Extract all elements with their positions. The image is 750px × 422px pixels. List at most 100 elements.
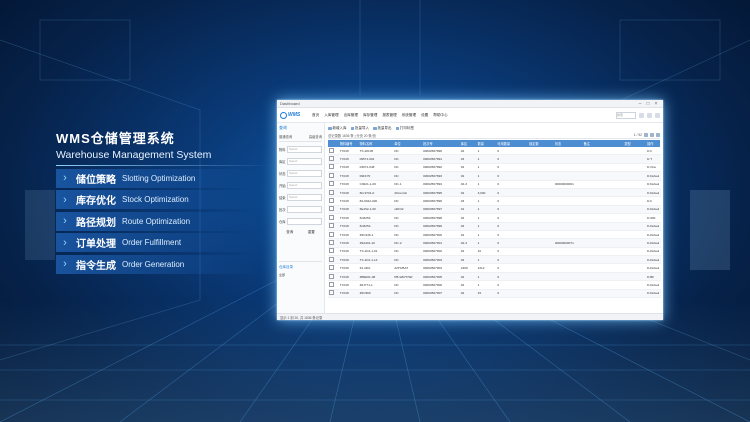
row-checkbox-cell[interactable] xyxy=(328,280,339,290)
table-row[interactable]: TXCW Z9A401-10 DC-2 00002567901 02-3 1 0 000000… xyxy=(328,238,660,248)
table-row[interactable]: TXCW 03071-048 DC 00002567892 02 1 0 D.One xyxy=(328,163,660,173)
table-row[interactable]: TXCW TX-2C2-1-14 DC 00002567903 02 1 0 D.Defaul xyxy=(328,255,660,265)
column-header[interactable]: 物料名称 xyxy=(359,140,394,147)
table-row[interactable]: TXCW 09FF70 DC 00002567893 02 1 0 D.Defaul xyxy=(328,171,660,181)
maximize-icon[interactable]: □ xyxy=(644,101,652,107)
bell-icon[interactable] xyxy=(639,112,644,118)
filter-input[interactable]: Select xyxy=(287,146,322,153)
columns-icon[interactable] xyxy=(650,132,654,137)
row-checkbox[interactable] xyxy=(329,223,334,229)
row-checkbox[interactable] xyxy=(329,172,334,178)
fullscreen-icon[interactable] xyxy=(656,132,660,137)
table-row[interactable]: TXCW Z6C960 DC 00002567907 02 15 0 D.Defaul xyxy=(328,289,660,299)
filter-input[interactable]: Select xyxy=(287,158,322,165)
toolbar-button[interactable]: 批量导入 xyxy=(350,126,369,131)
table-row[interactable]: TXCW Z9C236-1 DC 00002567900 02 1 0 D.Defaul xyxy=(328,230,660,240)
row-checkbox-cell[interactable] xyxy=(328,154,339,164)
column-header[interactable]: 锁定数 xyxy=(528,140,554,147)
row-checkbox-cell[interactable] xyxy=(328,213,339,223)
menu-item[interactable]: 出库管理 xyxy=(344,113,358,118)
row-checkbox[interactable] xyxy=(329,198,334,204)
tab-advanced-query[interactable]: 高级查询 xyxy=(309,134,322,139)
reset-button[interactable]: 重置 xyxy=(308,230,315,235)
filter-input[interactable]: Select xyxy=(287,170,322,177)
row-checkbox[interactable] xyxy=(329,256,334,262)
row-checkbox[interactable] xyxy=(329,231,334,237)
row-checkbox-cell[interactable] xyxy=(328,147,339,156)
row-checkbox[interactable] xyxy=(329,206,334,212)
menu-item[interactable]: 首页 xyxy=(312,113,319,118)
table-row[interactable]: TXCW ZB6E01-08 PB-WR/T/SR 00002567905 02 1 0 D.… xyxy=(328,272,660,282)
row-checkbox-cell[interactable] xyxy=(328,289,339,299)
menu-item[interactable]: 库存管理 xyxy=(363,113,377,118)
row-checkbox[interactable] xyxy=(329,281,334,287)
minimize-icon[interactable]: – xyxy=(636,101,644,107)
header-search-input[interactable]: 搜索 xyxy=(616,111,636,119)
column-header[interactable]: 状态 xyxy=(554,140,583,147)
row-checkbox[interactable] xyxy=(329,156,334,162)
close-icon[interactable]: × xyxy=(652,101,660,107)
row-checkbox-cell[interactable] xyxy=(328,188,339,198)
table-row[interactable]: TXCW C3021-1-06 DC-1 00002567894 02-3 1 0 00000… xyxy=(328,180,660,189)
tree-item[interactable]: 全部 xyxy=(279,273,322,277)
row-checkbox-cell[interactable] xyxy=(328,171,339,181)
filter-input[interactable] xyxy=(287,206,322,213)
row-checkbox-cell[interactable] xyxy=(328,163,339,173)
table-row[interactable]: TXCW 6C8254 DC 00002567899 02 1 0 D.Defaul xyxy=(328,222,660,231)
toolbar-button[interactable]: 新增入库 xyxy=(328,126,347,131)
table-row[interactable]: TXCW 6E152-1-00 sDF32 00002567897 01 1 0 D.Defa… xyxy=(328,205,660,215)
row-checkbox-cell[interactable] xyxy=(328,230,339,240)
app-logo[interactable]: WMS xyxy=(280,110,304,120)
menu-item[interactable]: 入库管理 xyxy=(324,113,338,118)
tab-basic-query[interactable]: 普通查询 xyxy=(279,134,292,139)
column-header[interactable]: 备注 xyxy=(583,140,624,147)
table-row[interactable]: TXCW Z6J771-1 DC 00002567906 02 1 0 D.Defaul xyxy=(328,280,660,290)
column-header[interactable]: 物料编号 xyxy=(339,140,359,147)
row-checkbox[interactable] xyxy=(329,239,334,245)
row-checkbox-cell[interactable] xyxy=(328,205,339,215)
row-checkbox[interactable] xyxy=(329,181,334,187)
toolbar-button[interactable]: 批量导出 xyxy=(373,126,392,131)
row-checkbox[interactable] xyxy=(329,290,334,296)
date-input[interactable]: Select xyxy=(287,182,322,189)
column-header[interactable]: 单位 xyxy=(393,140,422,147)
menu-item[interactable]: 报表管理 xyxy=(382,113,396,118)
row-checkbox-cell[interactable] xyxy=(328,247,339,257)
row-checkbox-cell[interactable] xyxy=(328,196,339,206)
menu-item[interactable]: 帮助中心 xyxy=(433,113,447,118)
settings-icon[interactable] xyxy=(655,112,660,118)
row-checkbox-cell[interactable] xyxy=(328,263,339,273)
menu-item[interactable]: 系统管理 xyxy=(402,113,416,118)
query-button[interactable]: 查询 xyxy=(286,230,293,235)
row-checkbox-cell[interactable] xyxy=(328,255,339,265)
row-checkbox[interactable] xyxy=(329,147,334,153)
row-checkbox-cell[interactable] xyxy=(328,272,339,282)
table-row[interactable]: TXCW 6C8254 DC 00002567898 02 1 0 D.000 xyxy=(328,213,660,223)
row-checkbox[interactable] xyxy=(329,265,334,271)
row-checkbox-cell[interactable] xyxy=(328,222,339,231)
row-checkbox[interactable] xyxy=(329,214,334,220)
user-icon[interactable] xyxy=(647,112,652,118)
table-row[interactable]: TXCW Z1.2DG 22TF/BAT 00002567904 2400 1212 0 D.… xyxy=(328,263,660,273)
table-row[interactable]: TXCW TX-20105 DC 00002567890 02 1 0 D.b xyxy=(328,147,660,156)
column-header[interactable] xyxy=(328,140,339,147)
toolbar-button[interactable]: 打印标签 xyxy=(395,126,414,131)
row-checkbox[interactable] xyxy=(329,248,334,254)
menu-item[interactable]: 设置 xyxy=(421,113,428,118)
table-row[interactable]: TXCW TX-2C2-1-01 DC 00002567902 02 10 0 D.Defau… xyxy=(328,247,660,257)
column-header[interactable]: 批次号 xyxy=(422,140,460,147)
row-checkbox[interactable] xyxy=(329,273,334,279)
row-checkbox-cell[interactable] xyxy=(328,180,339,189)
date-input[interactable]: Select xyxy=(287,194,322,201)
column-header[interactable]: 类型 xyxy=(623,140,646,147)
table-row[interactable]: TXCW 09571-001 DC 00002567891 03 1 0 D.T xyxy=(328,154,660,164)
filter-input[interactable] xyxy=(287,218,322,225)
column-header[interactable]: 可用数量 xyxy=(496,140,528,147)
refresh-icon[interactable] xyxy=(644,132,648,137)
table-row[interactable]: TXCW 84-0322-020 DC 00002567896 03 1 0 D.b xyxy=(328,196,660,206)
row-checkbox[interactable] xyxy=(329,164,334,170)
table-row[interactable]: TXCW 6D-9701-0 20mm/dc 00002567895 02 3,000 0 D… xyxy=(328,188,660,198)
column-header[interactable]: 数量 xyxy=(477,140,497,147)
column-header[interactable]: 操作 xyxy=(646,140,660,147)
column-header[interactable]: 库区 xyxy=(460,140,477,147)
